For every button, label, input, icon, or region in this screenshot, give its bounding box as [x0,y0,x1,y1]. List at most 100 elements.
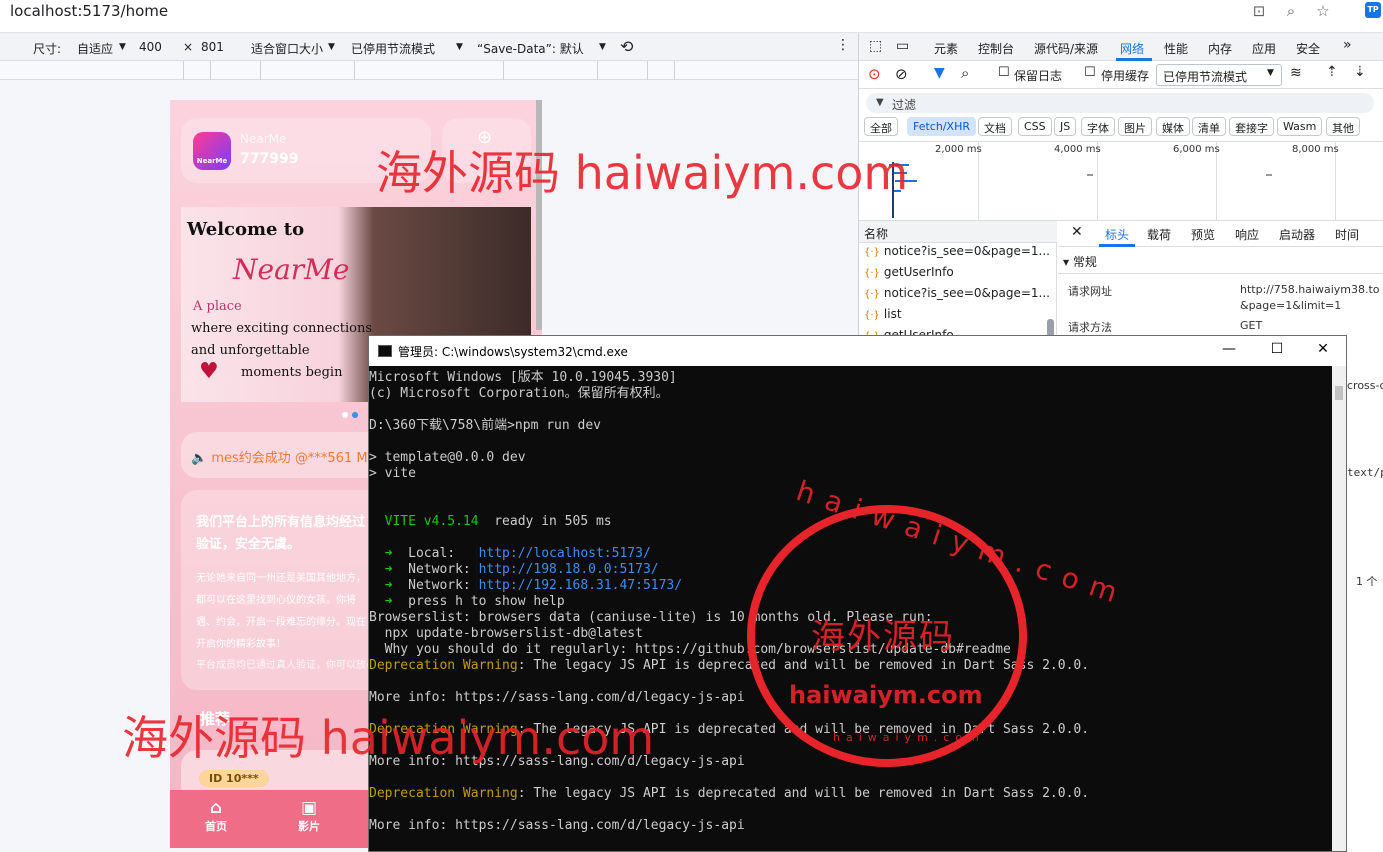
phone-scrollbar[interactable] [536,100,542,330]
tab-initiator[interactable]: 启动器 [1279,226,1315,243]
tab-home[interactable]: ⌂ 首页 [186,798,246,834]
info-verified: 平台成员均已通过真人验证，你可以放心 [196,660,376,671]
tab-sources[interactable]: 源代码/来源 [1034,40,1098,57]
device-toggle-icon[interactable]: ▭ [896,38,909,54]
filter-placeholder: 过滤 [892,98,917,112]
type-doc[interactable]: 文档 [978,117,1012,136]
type-all[interactable]: 全部 [864,117,898,136]
filter-icon[interactable]: ▼ [934,65,945,81]
type-js[interactable]: JS [1054,117,1077,136]
cmd-line: > vite [369,466,416,481]
chevron-down-icon[interactable]: ▼ [599,42,606,52]
tab-elements[interactable]: 元素 [934,40,958,57]
tab-video[interactable]: ▣ 影片 [279,798,339,834]
save-data-select[interactable]: “Save-Data”: 默认 [477,40,584,57]
lips-icon: ♥ [199,359,219,384]
tab-network[interactable]: 网络 [1120,40,1144,57]
banner-line: moments begin [241,365,343,380]
type-media[interactable]: 媒体 [1156,117,1190,136]
chevron-down-icon[interactable]: ▼ [328,42,335,52]
seal-center-text: 海外源码 [811,617,955,657]
tab-memory[interactable]: 内存 [1208,40,1232,57]
divider [1058,273,1383,274]
xhr-icon: {·} [864,289,880,300]
search-icon[interactable]: ⌕ [961,64,969,82]
extension-icon[interactable]: TP [1365,2,1381,18]
xhr-icon: {·} [864,310,880,321]
tab-headers[interactable]: 标头 [1105,226,1129,243]
translate-icon[interactable]: ⊡ [1249,2,1269,22]
carousel-dot-active[interactable] [352,412,358,418]
banner-brand: NearMe [233,253,350,286]
type-socket[interactable]: 套接字 [1229,117,1274,136]
url-text[interactable]: localhost:5173/home [10,2,168,20]
cmd-titlebar[interactable]: 管理员: C:\windows\system32\cmd.exe — ☐ ✕ [369,336,1346,366]
disable-cache-checkbox[interactable]: ☐ [1084,65,1096,80]
zoom-icon[interactable]: ⌕ [1281,2,1301,22]
timeline-tick: 6,000 ms [1173,144,1220,155]
cmd-line: D:\360下载\758\前端>npm run dev [369,418,602,433]
minimize-icon[interactable]: — [1219,341,1239,357]
tab-label: 影片 [298,820,320,833]
rotate-icon[interactable]: ⟲ [620,37,633,56]
request-row[interactable]: {·} notice?is_see=0&page=1... [859,283,1057,304]
chevron-down-icon[interactable]: ▼ [119,42,126,52]
type-other[interactable]: 其他 [1326,117,1360,136]
tab-payload[interactable]: 载荷 [1147,226,1171,243]
type-font[interactable]: 字体 [1081,117,1115,136]
times-sign: × [183,40,194,54]
filter-input[interactable]: ▼ 过滤 [866,93,1374,113]
fit-select[interactable]: 适合窗口大小 [251,40,323,57]
tab-console[interactable]: 控制台 [978,40,1014,57]
cmd-line: Microsoft Windows [版本 10.0.19045.3930] [369,370,677,385]
request-list-header[interactable]: 名称 [859,221,1057,243]
chevron-down-icon[interactable]: ▼ [456,42,463,52]
tab-response[interactable]: 响应 [1235,226,1259,243]
close-icon[interactable]: ✕ [1313,341,1333,357]
export-icon[interactable]: ⇣ [1354,64,1366,80]
request-row[interactable]: {·} notice?is_see=0&page=1... [859,241,1057,262]
cmd-scrollbar[interactable] [1332,366,1346,851]
width-input[interactable]: 400 [139,40,162,54]
maximize-icon[interactable]: ☐ [1267,341,1287,357]
tab-timing[interactable]: 时间 [1335,226,1359,243]
preserve-log-checkbox[interactable]: ☐ [998,65,1010,80]
type-css[interactable]: CSS [1018,117,1052,136]
tab-performance[interactable]: 性能 [1164,40,1188,57]
network-overview[interactable]: 2,000 ms 4,000 ms 6,000 ms 8,000 ms [859,141,1383,221]
timeline-bar [1087,174,1093,176]
inspect-icon[interactable]: ⬚ [869,38,882,54]
preserve-log-label: 保留日志 [1014,69,1063,83]
tab-application[interactable]: 应用 [1252,40,1276,57]
height-input[interactable]: 801 [201,40,224,54]
more-tabs-icon[interactable]: » [1343,37,1352,53]
type-img[interactable]: 图片 [1118,117,1152,136]
tab-preview[interactable]: 预览 [1191,226,1215,243]
import-icon[interactable]: ⇡ [1326,64,1338,80]
record-icon[interactable]: ⊙ [868,65,881,83]
request-row[interactable]: {·}getUserInfo [859,262,1057,283]
network-conditions-icon[interactable]: ≋ [1290,65,1302,81]
type-fetch-xhr[interactable]: Fetch/XHR [907,117,976,136]
banner-line: where exciting connections [191,321,372,336]
id-badge: ID 10*** [199,770,269,787]
throttle-select[interactable]: 已停用节流模式 [351,40,435,57]
more-options-icon[interactable]: ⋮ [836,37,850,53]
type-manifest[interactable]: 清单 [1192,117,1226,136]
throttle-dropdown[interactable]: 已停用节流模式 ▼ [1156,64,1282,86]
general-section-toggle[interactable]: ▾ 常规 [1063,253,1097,270]
close-icon[interactable]: ✕ [1071,224,1083,240]
device-toolbar: 尺寸: 自适应 ▼ 400 × 801 适合窗口大小 ▼ 已停用节流模式 ▼ “… [0,33,858,61]
detail-tabs: ✕ 标头 载荷 预览 响应 启动器 时间 [1058,221,1383,247]
bookmark-star-icon[interactable]: ☆ [1313,2,1333,22]
timeline-tick: 4,000 ms [1054,144,1101,155]
clear-icon[interactable]: ⊘ [895,65,908,83]
request-row[interactable]: {·} list [859,304,1057,325]
tab-security[interactable]: 安全 [1296,40,1320,57]
banner-title: Welcome to [187,219,305,240]
type-wasm[interactable]: Wasm [1277,117,1323,136]
timeline-tick: 2,000 ms [935,144,982,155]
size-mode-select[interactable]: 自适应 [77,40,113,57]
carousel-dot[interactable] [342,412,348,418]
cmd-line: npx update-browserslist-db@latest [369,626,643,641]
